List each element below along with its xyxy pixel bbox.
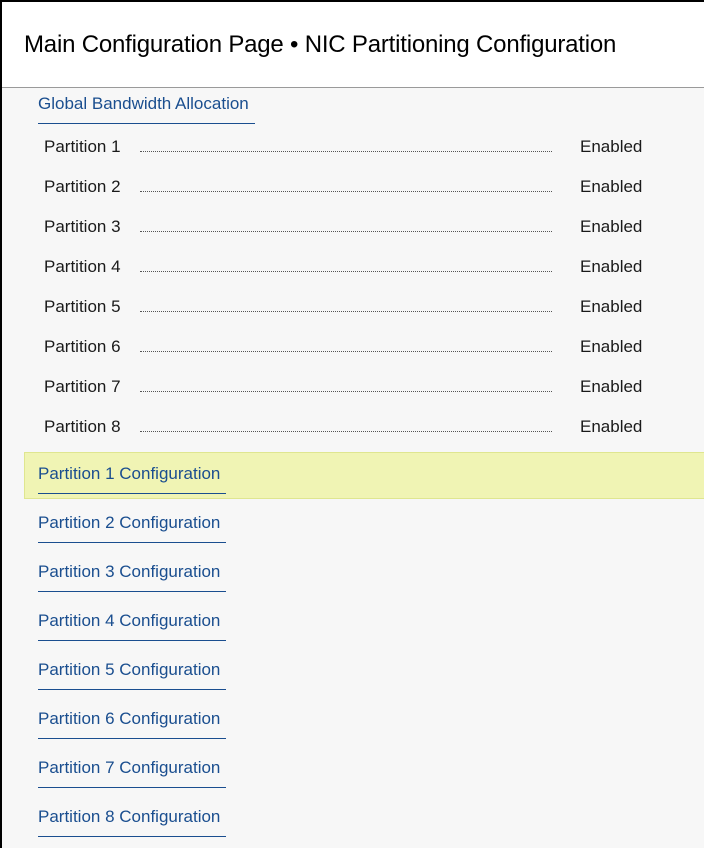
partition-status: Enabled xyxy=(580,377,643,396)
partition-label: Partition 3 xyxy=(44,217,124,237)
partition-row-2[interactable]: Partition 2 Enabled xyxy=(44,166,664,206)
partition-6-configuration-link[interactable]: Partition 6 Configuration xyxy=(38,705,227,739)
partition-row-6[interactable]: Partition 6 Enabled xyxy=(44,326,664,366)
partition-label: Partition 1 xyxy=(44,137,124,157)
leader-dots xyxy=(140,431,552,432)
partition-status: Enabled xyxy=(580,337,643,356)
global-bandwidth-allocation-link[interactable]: Global Bandwidth Allocation xyxy=(38,90,255,124)
partition-row-7[interactable]: Partition 7 Enabled xyxy=(44,366,664,406)
partition-label: Partition 4 xyxy=(44,257,124,277)
partition-status: Enabled xyxy=(580,417,643,436)
partition-label: Partition 7 xyxy=(44,377,124,397)
partition-3-configuration-link[interactable]: Partition 3 Configuration xyxy=(38,558,227,592)
partition-label: Partition 6 xyxy=(44,337,124,357)
leader-dots xyxy=(140,151,552,152)
leader-dots xyxy=(140,231,552,232)
partition-2-configuration-link[interactable]: Partition 2 Configuration xyxy=(38,509,227,543)
page-title: Main Configuration Page • NIC Partitioni… xyxy=(24,31,617,58)
partition-status: Enabled xyxy=(580,177,643,196)
partition-status: Enabled xyxy=(580,217,643,236)
partition-1-configuration-link[interactable]: Partition 1 Configuration xyxy=(38,460,227,494)
partition-4-configuration-link[interactable]: Partition 4 Configuration xyxy=(38,607,227,641)
partition-row-4[interactable]: Partition 4 Enabled xyxy=(44,246,664,286)
nic-partitioning-page: Main Configuration Page • NIC Partitioni… xyxy=(0,0,704,848)
leader-dots xyxy=(140,391,552,392)
partition-8-configuration-link[interactable]: Partition 8 Configuration xyxy=(38,803,227,837)
partition-7-configuration-link[interactable]: Partition 7 Configuration xyxy=(38,754,227,788)
partition-status: Enabled xyxy=(580,257,643,276)
partition-5-configuration-link[interactable]: Partition 5 Configuration xyxy=(38,656,227,690)
partition-row-8[interactable]: Partition 8 Enabled xyxy=(44,406,664,446)
leader-dots xyxy=(140,271,552,272)
partition-label: Partition 2 xyxy=(44,177,124,197)
partition-label: Partition 5 xyxy=(44,297,124,317)
partition-row-1[interactable]: Partition 1 Enabled xyxy=(44,126,664,166)
partition-row-3[interactable]: Partition 3 Enabled xyxy=(44,206,664,246)
partition-label: Partition 8 xyxy=(44,417,124,437)
leader-dots xyxy=(140,191,552,192)
page-header: Main Configuration Page • NIC Partitioni… xyxy=(2,2,704,88)
leader-dots xyxy=(140,351,552,352)
partition-status: Enabled xyxy=(580,137,643,156)
partition-row-5[interactable]: Partition 5 Enabled xyxy=(44,286,664,326)
leader-dots xyxy=(140,311,552,312)
partition-status: Enabled xyxy=(580,297,643,316)
